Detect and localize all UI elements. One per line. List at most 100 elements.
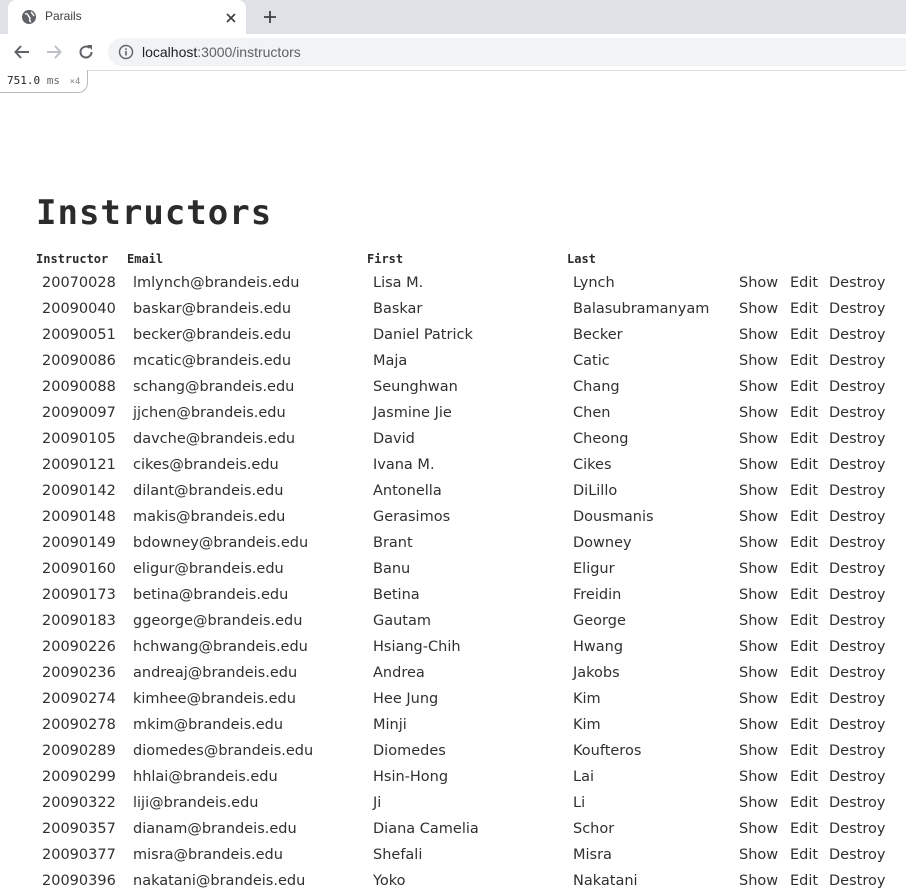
- destroy-link[interactable]: Destroy: [829, 327, 885, 343]
- destroy-link[interactable]: Destroy: [829, 301, 885, 317]
- email-cell: andreaj@brandeis.edu: [133, 665, 298, 681]
- edit-link[interactable]: Edit: [790, 821, 818, 837]
- show-link[interactable]: Show: [739, 327, 778, 343]
- edit-link[interactable]: Edit: [790, 275, 818, 291]
- profiler-badge[interactable]: 751.0 ms ×4: [0, 70, 89, 93]
- forward-arrow-icon[interactable]: [45, 43, 63, 61]
- edit-link[interactable]: Edit: [790, 587, 818, 603]
- show-link[interactable]: Show: [739, 483, 778, 499]
- destroy-link[interactable]: Destroy: [829, 561, 885, 577]
- edit-link[interactable]: Edit: [790, 379, 818, 395]
- show-link[interactable]: Show: [739, 639, 778, 655]
- show-link-cell: Show: [739, 608, 790, 634]
- show-link[interactable]: Show: [739, 821, 778, 837]
- new-tab-icon[interactable]: [262, 9, 278, 25]
- show-link[interactable]: Show: [739, 769, 778, 785]
- show-link[interactable]: Show: [739, 587, 778, 603]
- email-cell: hchwang@brandeis.edu: [133, 639, 308, 655]
- edit-link[interactable]: Edit: [790, 431, 818, 447]
- show-link[interactable]: Show: [739, 535, 778, 551]
- edit-link[interactable]: Edit: [790, 665, 818, 681]
- destroy-link[interactable]: Destroy: [829, 379, 885, 395]
- edit-link[interactable]: Edit: [790, 795, 818, 811]
- show-link[interactable]: Show: [739, 613, 778, 629]
- destroy-link[interactable]: Destroy: [829, 717, 885, 733]
- edit-link[interactable]: Edit: [790, 483, 818, 499]
- edit-link[interactable]: Edit: [790, 873, 818, 889]
- destroy-link[interactable]: Destroy: [829, 665, 885, 681]
- destroy-link[interactable]: Destroy: [829, 275, 885, 291]
- destroy-link[interactable]: Destroy: [829, 795, 885, 811]
- email-cell: becker@brandeis.edu: [133, 327, 292, 343]
- destroy-link[interactable]: Destroy: [829, 353, 885, 369]
- destroy-link[interactable]: Destroy: [829, 639, 885, 655]
- edit-link[interactable]: Edit: [790, 535, 818, 551]
- show-link[interactable]: Show: [739, 847, 778, 863]
- destroy-link[interactable]: Destroy: [829, 769, 885, 785]
- show-link[interactable]: Show: [739, 405, 778, 421]
- show-link[interactable]: Show: [739, 743, 778, 759]
- instructor-id-cell: 20090299: [42, 769, 116, 785]
- show-link[interactable]: Show: [739, 691, 778, 707]
- table-row: 20090097 jjchen@brandeis.edu Jasmine Jie Ch…: [36, 400, 889, 426]
- address-bar[interactable]: localhost:3000/instructors: [108, 38, 906, 66]
- email-cell-container: liji@brandeis.edu: [127, 790, 367, 816]
- show-link-cell: Show: [739, 712, 790, 738]
- show-link[interactable]: Show: [739, 353, 778, 369]
- show-link[interactable]: Show: [739, 301, 778, 317]
- edit-link[interactable]: Edit: [790, 561, 818, 577]
- destroy-link[interactable]: Destroy: [829, 613, 885, 629]
- destroy-link[interactable]: Destroy: [829, 691, 885, 707]
- close-tab-icon[interactable]: [224, 10, 238, 24]
- last-name-cell: Kim: [573, 691, 601, 707]
- show-link[interactable]: Show: [739, 457, 778, 473]
- show-link[interactable]: Show: [739, 717, 778, 733]
- edit-link[interactable]: Edit: [790, 613, 818, 629]
- destroy-link[interactable]: Destroy: [829, 821, 885, 837]
- show-link[interactable]: Show: [739, 795, 778, 811]
- show-link[interactable]: Show: [739, 561, 778, 577]
- edit-link[interactable]: Edit: [790, 743, 818, 759]
- email-cell-container: kimhee@brandeis.edu: [127, 686, 367, 712]
- edit-link[interactable]: Edit: [790, 691, 818, 707]
- destroy-link[interactable]: Destroy: [829, 431, 885, 447]
- edit-link[interactable]: Edit: [790, 353, 818, 369]
- edit-link[interactable]: Edit: [790, 405, 818, 421]
- destroy-link[interactable]: Destroy: [829, 457, 885, 473]
- edit-link[interactable]: Edit: [790, 639, 818, 655]
- edit-link[interactable]: Edit: [790, 327, 818, 343]
- reload-icon[interactable]: [77, 43, 95, 61]
- destroy-link[interactable]: Destroy: [829, 873, 885, 889]
- show-link[interactable]: Show: [739, 665, 778, 681]
- first-name-cell: Minji: [373, 717, 407, 733]
- destroy-link[interactable]: Destroy: [829, 743, 885, 759]
- show-link[interactable]: Show: [739, 275, 778, 291]
- destroy-link-cell: Destroy: [829, 660, 889, 686]
- show-link[interactable]: Show: [739, 873, 778, 889]
- destroy-link[interactable]: Destroy: [829, 535, 885, 551]
- info-icon[interactable]: [118, 44, 134, 60]
- instructor-id-cell-container: 20090322: [36, 790, 127, 816]
- show-link[interactable]: Show: [739, 431, 778, 447]
- email-cell: eligur@brandeis.edu: [133, 561, 284, 577]
- email-cell-container: ggeorge@brandeis.edu: [127, 608, 367, 634]
- show-link[interactable]: Show: [739, 509, 778, 525]
- edit-link[interactable]: Edit: [790, 717, 818, 733]
- first-name-cell-container: Hsiang-Chih: [367, 634, 567, 660]
- edit-link[interactable]: Edit: [790, 769, 818, 785]
- destroy-link[interactable]: Destroy: [829, 509, 885, 525]
- destroy-link[interactable]: Destroy: [829, 847, 885, 863]
- browser-tab[interactable]: Parails: [8, 0, 246, 34]
- show-link-cell: Show: [739, 400, 790, 426]
- show-link[interactable]: Show: [739, 379, 778, 395]
- destroy-link[interactable]: Destroy: [829, 405, 885, 421]
- destroy-link[interactable]: Destroy: [829, 483, 885, 499]
- email-cell-container: davche@brandeis.edu: [127, 426, 367, 452]
- edit-link[interactable]: Edit: [790, 301, 818, 317]
- instructor-id-cell-container: 20090149: [36, 530, 127, 556]
- destroy-link[interactable]: Destroy: [829, 587, 885, 603]
- back-arrow-icon[interactable]: [13, 43, 31, 61]
- edit-link[interactable]: Edit: [790, 509, 818, 525]
- edit-link[interactable]: Edit: [790, 457, 818, 473]
- edit-link[interactable]: Edit: [790, 847, 818, 863]
